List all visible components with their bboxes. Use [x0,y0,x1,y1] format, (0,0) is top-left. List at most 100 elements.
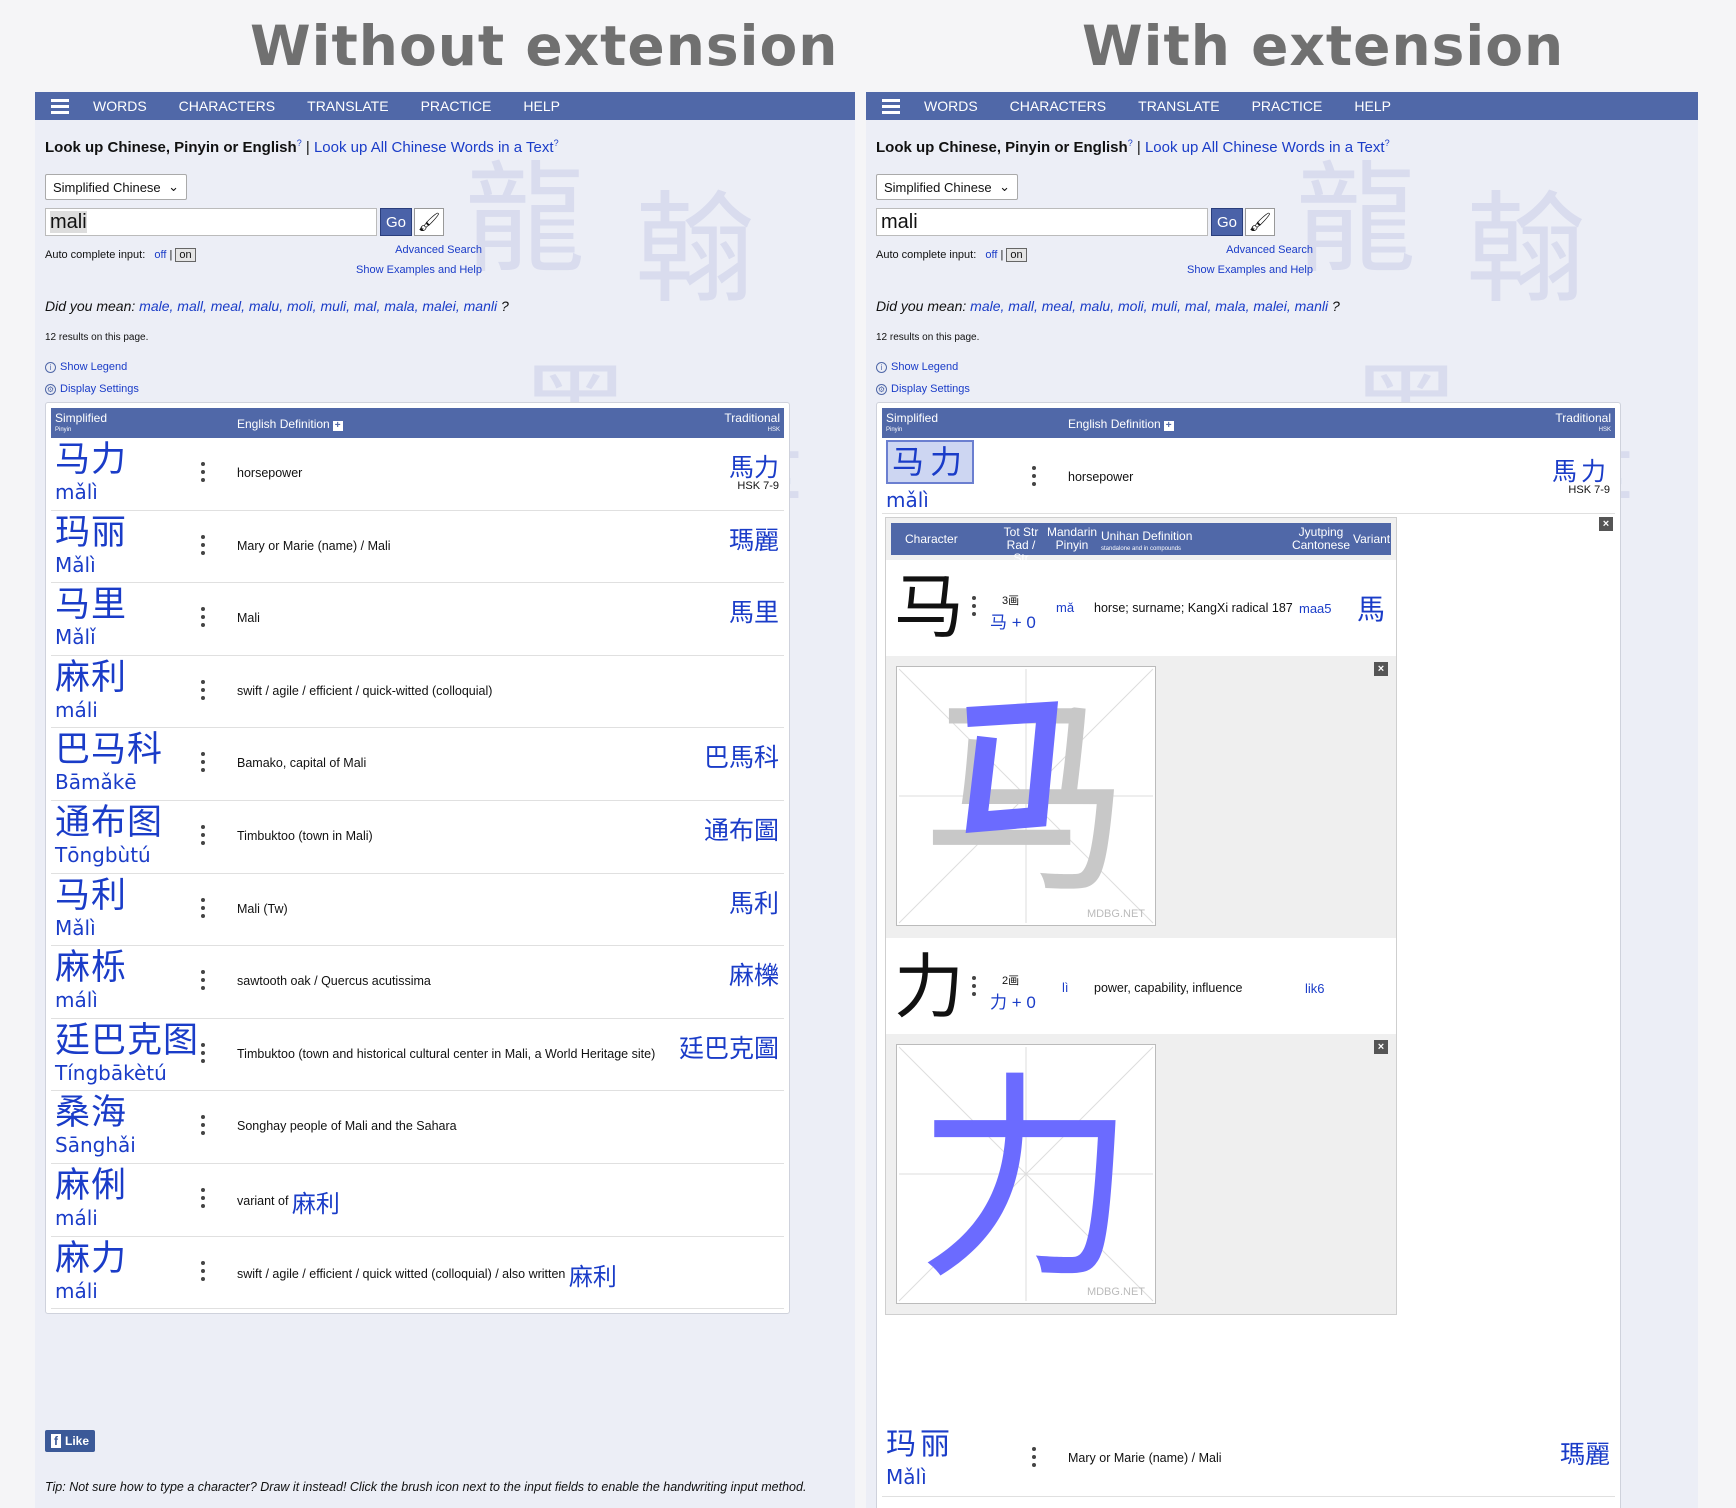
lookup-text-help[interactable]: ? [1385,138,1390,148]
suggestion-link[interactable]: male, [139,298,173,314]
suggestion-link[interactable]: muli, [1151,298,1181,314]
table-row[interactable]: 巴马科 Bāmǎkē Bamako, capital of Mali 巴馬科 [51,728,784,801]
table-row[interactable]: 麻栎 málì sawtooth oak / Quercus acutissima 麻… [51,946,784,1019]
more-options-icon[interactable] [1032,1447,1036,1467]
char-radical[interactable]: 力 + 0 [990,988,1036,1013]
menu-icon[interactable] [882,98,900,114]
show-legend-link[interactable]: Show Legend [891,361,958,373]
lookup-text-link[interactable]: Look up All Chinese Words in a Text [1145,139,1385,156]
nav-practice[interactable]: PRACTICE [421,98,492,114]
result-simplified[interactable]: 麻俐 [55,1166,127,1206]
show-legend[interactable]: i Show Legend [876,361,958,373]
table-row[interactable]: 玛丽 Mǎlì Mary or Marie (name) / Mali 瑪麗 [51,511,784,584]
more-options-icon[interactable] [201,970,205,991]
close-icon[interactable]: × [1374,662,1388,676]
result-traditional[interactable]: 馬力 [729,448,779,484]
suggestion-link[interactable]: meal, [211,298,245,314]
nav-characters[interactable]: CHARACTERS [179,98,275,114]
more-options-icon[interactable] [1032,466,1036,486]
suggestion-link[interactable]: mal, [1185,298,1211,314]
show-examples-link[interactable]: Show Examples and Help [1187,264,1313,276]
brush-icon[interactable]: 🖌 [1245,208,1275,236]
more-options-icon[interactable] [201,1187,205,1208]
nav-words[interactable]: WORDS [924,98,978,114]
result-pinyin[interactable]: málì [55,988,98,1012]
result-simplified[interactable]: 玛丽 [886,1425,954,1465]
more-options-icon[interactable] [972,976,976,996]
more-options-icon[interactable] [201,534,205,555]
go-button[interactable]: Go [1211,208,1243,236]
facebook-like-button[interactable]: f Like [45,1430,96,1452]
autocomplete-off[interactable]: off [154,249,166,261]
result-simplified[interactable]: 马力 [55,440,127,480]
result-traditional[interactable]: 瑪麗 [1560,1435,1610,1471]
result-pinyin[interactable]: mǎlì [55,480,98,504]
more-options-icon[interactable] [972,596,976,616]
result-traditional[interactable]: 瑪麗 [729,521,779,557]
char-jyutping[interactable]: lik6 [1305,981,1325,996]
result-traditional[interactable]: 馬利 [729,884,779,920]
show-legend[interactable]: i Show Legend [45,361,127,373]
table-row[interactable]: 桑海 Sānghǎi Songhay people of Mali and the … [51,1091,784,1164]
advanced-search-link[interactable]: Advanced Search [1226,244,1313,256]
result-pinyin[interactable]: mǎlì [886,488,929,512]
result-simplified[interactable]: 巴马科 [55,730,163,770]
table-row[interactable]: 马力 mǎlì horsepower 馬力 HSK 7-9 [51,438,784,511]
char-pinyin[interactable]: lì [1062,980,1069,995]
more-options-icon[interactable] [201,1115,205,1136]
more-options-icon[interactable] [201,1260,205,1281]
show-examples-link[interactable]: Show Examples and Help [356,264,482,276]
result-traditional[interactable]: 麻櫟 [729,956,779,992]
suggestion-link[interactable]: manli [1295,298,1328,314]
display-settings[interactable]: ⚙ Display Settings [876,383,970,395]
table-row[interactable]: 通布图 Tōngbùtú Timbuktoo (town in Mali) 通布圖 [51,801,784,874]
result-pinyin[interactable]: Mǎlì [886,1465,927,1489]
more-options-icon[interactable] [201,824,205,845]
suggestion-link[interactable]: muli, [320,298,350,314]
result-simplified[interactable]: 麻力 [55,1239,127,1279]
suggestion-link[interactable]: meal, [1042,298,1076,314]
suggestion-link[interactable]: malei, [1253,298,1290,314]
more-options-icon[interactable] [201,897,205,918]
nav-words[interactable]: WORDS [93,98,147,114]
result-simplified[interactable]: 马利 [55,876,127,916]
result-simplified-highlighted[interactable]: 马力 [886,440,975,484]
result-simplified[interactable]: 马里 [55,585,127,625]
show-legend-link[interactable]: Show Legend [60,361,127,373]
expand-icon[interactable]: + [332,421,343,431]
suggestion-link[interactable]: mall, [1008,298,1038,314]
display-settings[interactable]: ⚙ Display Settings [45,383,139,395]
more-options-icon[interactable] [201,752,205,773]
result-traditional[interactable]: 馬里 [729,593,779,629]
lookup-text-help[interactable]: ? [554,138,559,148]
char-glyph[interactable]: 马 [894,572,964,642]
char-variant[interactable]: 馬 [1357,588,1385,628]
result-simplified[interactable]: 廷巴克图 [55,1021,199,1061]
autocomplete-on[interactable]: on [175,248,196,262]
result-pinyin[interactable]: Tōngbùtú [55,843,151,867]
table-row[interactable]: 麻俐 máli variant of 麻利 [51,1164,784,1237]
more-options-icon[interactable] [201,607,205,628]
suggestion-link[interactable]: mall, [177,298,207,314]
lookup-help[interactable]: ? [1128,138,1133,148]
display-settings-link[interactable]: Display Settings [891,383,970,395]
table-row[interactable]: 麻力 máli swift / agile / efficient / quick … [51,1237,784,1310]
result-simplified[interactable]: 通布图 [55,803,163,843]
suggestion-link[interactable]: male, [970,298,1004,314]
nav-practice[interactable]: PRACTICE [1252,98,1323,114]
result-traditional[interactable]: 馬力 [1552,452,1610,488]
result-pinyin[interactable]: máli [55,1279,98,1303]
result-definition-link[interactable]: 麻利 [569,1263,617,1291]
lookup-help[interactable]: ? [297,138,302,148]
result-pinyin[interactable]: Sānghǎi [55,1133,136,1157]
result-pinyin[interactable]: Mǎlì [55,916,96,940]
result-pinyin[interactable]: Mǎlǐ [55,625,96,649]
table-row[interactable]: 麻利 máli swift / agile / efficient / quick-… [51,656,784,729]
result-simplified[interactable]: 桑海 [55,1093,127,1133]
result-simplified[interactable]: 麻利 [55,658,127,698]
result-traditional[interactable]: 通布圖 [704,811,779,847]
result-pinyin[interactable]: máli [55,698,98,722]
more-options-icon[interactable] [201,1042,205,1063]
more-options-icon[interactable] [201,679,205,700]
result-pinyin[interactable]: máli [55,1206,98,1230]
